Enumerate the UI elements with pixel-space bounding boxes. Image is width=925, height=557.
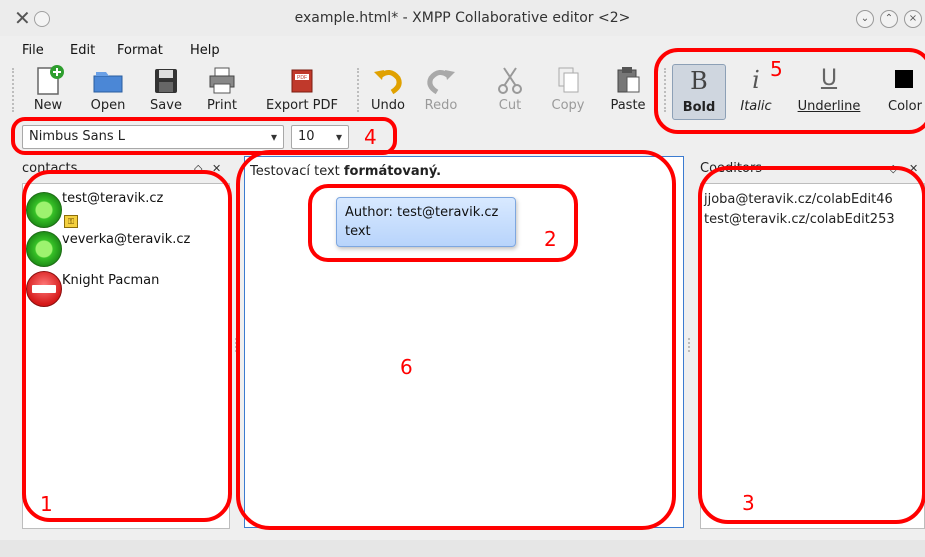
svg-text:PDF: PDF (297, 75, 307, 81)
font-size-value: 10 (298, 129, 315, 144)
close-panel-icon[interactable]: ✕ (212, 160, 221, 178)
right-splitter-handle[interactable] (688, 338, 692, 352)
menu-format[interactable]: Format (117, 42, 163, 60)
key-icon: ⚿ (64, 215, 78, 228)
export-pdf-label: Export PDF (265, 98, 338, 113)
bold-icon: B (690, 67, 708, 95)
underline-button[interactable]: U Underline (792, 64, 866, 118)
redo-button[interactable]: Redo (413, 64, 469, 116)
print-label: Print (207, 98, 237, 113)
left-splitter-handle[interactable] (235, 338, 239, 352)
undo-arrow-icon (374, 70, 402, 95)
busy-status-icon (26, 271, 62, 307)
printer-icon (209, 67, 235, 94)
cut-label: Cut (498, 98, 522, 113)
bold-button[interactable]: B Bold (672, 64, 726, 120)
pdf-icon: PDF (291, 69, 313, 93)
online-status-icon (26, 231, 62, 267)
tooltip-text: text (345, 224, 371, 239)
chevron-down-icon: ▾ (335, 130, 342, 144)
contact-item[interactable]: Knight Pacman (26, 270, 226, 310)
color-label: Color (888, 99, 922, 114)
italic-label: Italic (740, 99, 772, 114)
close-button[interactable]: × (904, 10, 922, 28)
font-family-value: Nimbus Sans L (29, 129, 126, 144)
undo-button[interactable]: Undo (360, 64, 416, 116)
open-folder-icon (93, 72, 123, 93)
status-bar (0, 540, 925, 557)
menu-edit[interactable]: Edit (70, 42, 95, 60)
copy-label: Copy (551, 98, 585, 113)
annotation-label-2: 2 (544, 227, 557, 251)
scissors-icon (498, 67, 522, 94)
underline-label: Underline (797, 99, 861, 114)
toolbar-handle[interactable] (12, 68, 17, 112)
color-button[interactable]: Color (874, 64, 925, 118)
undo-label: Undo (371, 98, 405, 113)
cut-button[interactable]: Cut (482, 64, 538, 116)
online-status-icon (26, 192, 62, 228)
annotation-label-1: 1 (40, 492, 53, 516)
open-button[interactable]: Open (80, 64, 136, 116)
editor-text-plain: Testovací text (250, 164, 344, 179)
color-swatch-icon (895, 70, 913, 88)
minimize-button[interactable]: ⌄ (856, 10, 874, 28)
editor-text[interactable]: Testovací text formátovaný. (250, 164, 441, 179)
tooltip-author: Author: test@teravik.cz (345, 205, 499, 220)
annotation-label-3: 3 (742, 491, 755, 515)
coeditor-item[interactable]: jjoba@teravik.cz/colabEdit46 (704, 192, 893, 207)
print-button[interactable]: Print (194, 64, 250, 116)
maximize-button[interactable]: ⌃ (880, 10, 898, 28)
contacts-title: contacts (22, 161, 78, 176)
new-label: New (33, 98, 63, 113)
author-tooltip: Author: test@teravik.cz text (336, 197, 516, 247)
copy-button[interactable]: Copy (540, 64, 596, 116)
font-family-select[interactable]: Nimbus Sans L ▾ (22, 125, 284, 149)
coeditors-title: Coeditors (700, 161, 763, 176)
contact-name: veverka@teravik.cz (62, 232, 191, 247)
contact-name: Knight Pacman (62, 273, 160, 288)
redo-arrow-icon (427, 70, 455, 95)
save-button[interactable]: Save (138, 64, 194, 116)
close-panel-icon[interactable]: ✕ (909, 160, 918, 178)
float-panel-icon[interactable]: ◇ (194, 160, 202, 178)
paste-label: Paste (610, 98, 646, 113)
format-toolbar-handle[interactable] (664, 68, 669, 112)
contact-item[interactable]: veverka@teravik.cz (26, 230, 226, 270)
coeditors-list[interactable] (700, 183, 925, 529)
open-label: Open (90, 98, 126, 113)
menu-help[interactable]: Help (190, 42, 220, 60)
annotation-label-4: 4 (364, 125, 377, 149)
menu-file[interactable]: File (22, 42, 44, 60)
bold-label: Bold (682, 100, 716, 115)
annotation-label-5: 5 (770, 57, 783, 81)
redo-label: Redo (424, 98, 458, 113)
copy-icon (558, 67, 579, 93)
underline-icon: U (820, 66, 838, 91)
window-title: example.html* - XMPP Collaborative edito… (294, 10, 631, 26)
new-document-icon (37, 65, 64, 95)
contact-name: test@teravik.cz (62, 191, 164, 206)
paste-clipboard-icon (617, 67, 640, 93)
new-button[interactable]: New (20, 64, 76, 116)
annotation-label-6: 6 (400, 355, 413, 379)
paste-button[interactable]: Paste (600, 64, 656, 116)
font-size-select[interactable]: 10 ▾ (291, 125, 349, 149)
save-label: Save (150, 98, 182, 113)
editor-text-bold: formátovaný. (343, 164, 442, 179)
coeditor-item[interactable]: test@teravik.cz/colabEdit253 (704, 212, 895, 227)
contact-item[interactable]: ⚿ test@teravik.cz (26, 190, 226, 234)
float-panel-icon[interactable]: ◇ (889, 160, 897, 178)
chevron-down-icon: ▾ (270, 130, 277, 144)
save-disk-icon (155, 69, 177, 93)
export-pdf-button[interactable]: PDF Export PDF (262, 64, 342, 116)
